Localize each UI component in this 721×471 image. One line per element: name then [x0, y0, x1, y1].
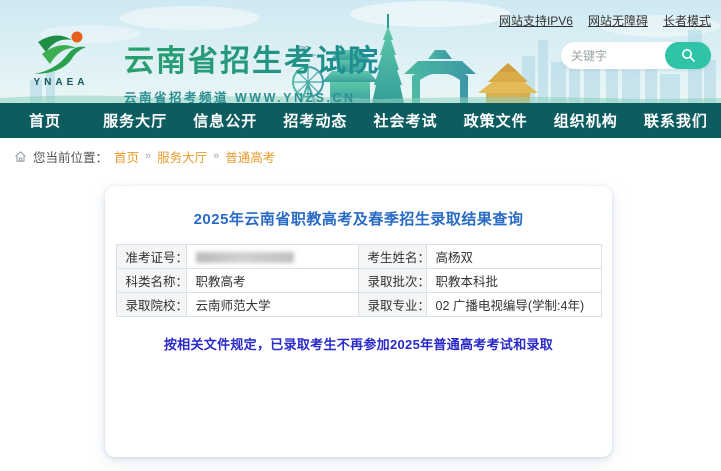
- breadcrumb-separator: »: [213, 150, 219, 162]
- batch-label: 录取批次：: [358, 269, 426, 293]
- nav-item-policy-docs[interactable]: 政策文件: [451, 103, 541, 138]
- result-title: 2025年云南省职教高考及春季招生录取结果查询: [105, 208, 612, 229]
- admission-notice: 按相关文件规定，已录取考生不再参加2025年普通高考考试和录取: [105, 334, 612, 353]
- breadcrumb-link-gaokao[interactable]: 普通高考: [225, 147, 275, 166]
- search-bar: [561, 42, 711, 69]
- site-logo[interactable]: YNAEA: [10, 30, 112, 88]
- main-nav: 首页 服务大厅 信息公开 招考动态 社会考试 政策文件 组织机构 联系我们: [0, 103, 721, 138]
- site-subtitle: 云南省招考频道 WWW.YNZS.CN: [124, 87, 380, 103]
- major-label: 录取专业：: [358, 293, 426, 317]
- exam-no-label: 准考证号：: [116, 245, 186, 269]
- logo-acronym: YNAEA: [10, 77, 112, 88]
- nav-item-organization[interactable]: 组织机构: [541, 103, 631, 138]
- result-card: 2025年云南省职教高考及春季招生录取结果查询 准考证号： 考生姓名： 高杨双: [105, 186, 612, 457]
- college-label: 录取院校：: [116, 293, 186, 317]
- category-label: 科类名称：: [116, 269, 186, 293]
- breadcrumb-separator: »: [145, 150, 151, 162]
- link-accessibility[interactable]: 网站无障碍: [588, 12, 648, 29]
- redacted-exam-number: [196, 252, 294, 263]
- site-banner: YNAEA 云南省招生考试院 云南省招考频道 WWW.YNZS.CN 网站支持I…: [0, 0, 721, 103]
- utility-links: 网站支持IPV6 网站无障碍 长者模式: [499, 12, 711, 29]
- nav-item-social-exams[interactable]: 社会考试: [361, 103, 451, 138]
- logo-bird-icon: [30, 30, 92, 76]
- table-row: 科类名称： 职教高考 录取批次： 职教本科批: [116, 269, 601, 293]
- candidate-name-label: 考生姓名：: [358, 245, 426, 269]
- candidate-name-value: 高杨双: [426, 245, 601, 269]
- major-value: 02 广播电视编导(学制:4年): [426, 293, 601, 317]
- table-row: 录取院校： 云南师范大学 录取专业： 02 广播电视编导(学制:4年): [116, 293, 601, 317]
- nav-item-contact-us[interactable]: 联系我们: [631, 103, 721, 138]
- search-button[interactable]: [665, 42, 711, 69]
- search-icon: [681, 48, 696, 63]
- table-row: 准考证号： 考生姓名： 高杨双: [116, 245, 601, 269]
- main-content: 2025年云南省职教高考及春季招生录取结果查询 准考证号： 考生姓名： 高杨双: [0, 174, 721, 471]
- nav-item-service-hall[interactable]: 服务大厅: [90, 103, 180, 138]
- home-icon: [14, 150, 27, 163]
- site-title-block: 云南省招生考试院 云南省招考频道 WWW.YNZS.CN: [124, 36, 380, 103]
- breadcrumb: 您当前位置： 首页 » 服务大厅 » 普通高考: [0, 138, 721, 174]
- exam-no-value: [186, 245, 358, 269]
- site-title: 云南省招生考试院: [124, 36, 380, 80]
- breadcrumb-link-home[interactable]: 首页: [114, 147, 139, 166]
- nav-item-info-disclosure[interactable]: 信息公开: [180, 103, 270, 138]
- page: YNAEA 云南省招生考试院 云南省招考频道 WWW.YNZS.CN 网站支持I…: [0, 0, 721, 471]
- link-ipv6-support[interactable]: 网站支持IPV6: [499, 12, 573, 29]
- batch-value: 职教本科批: [426, 269, 601, 293]
- category-value: 职教高考: [186, 269, 358, 293]
- nav-item-home[interactable]: 首页: [0, 103, 90, 138]
- search-input[interactable]: [561, 49, 665, 63]
- breadcrumb-prefix: 您当前位置：: [33, 147, 108, 166]
- college-value: 云南师范大学: [186, 293, 358, 317]
- result-table: 准考证号： 考生姓名： 高杨双 科类名称： 职教高考 录取批次： 职教本科批: [116, 244, 602, 317]
- breadcrumb-link-service-hall[interactable]: 服务大厅: [157, 147, 207, 166]
- nav-item-admission-news[interactable]: 招考动态: [270, 103, 360, 138]
- link-elder-mode[interactable]: 长者模式: [663, 12, 711, 29]
